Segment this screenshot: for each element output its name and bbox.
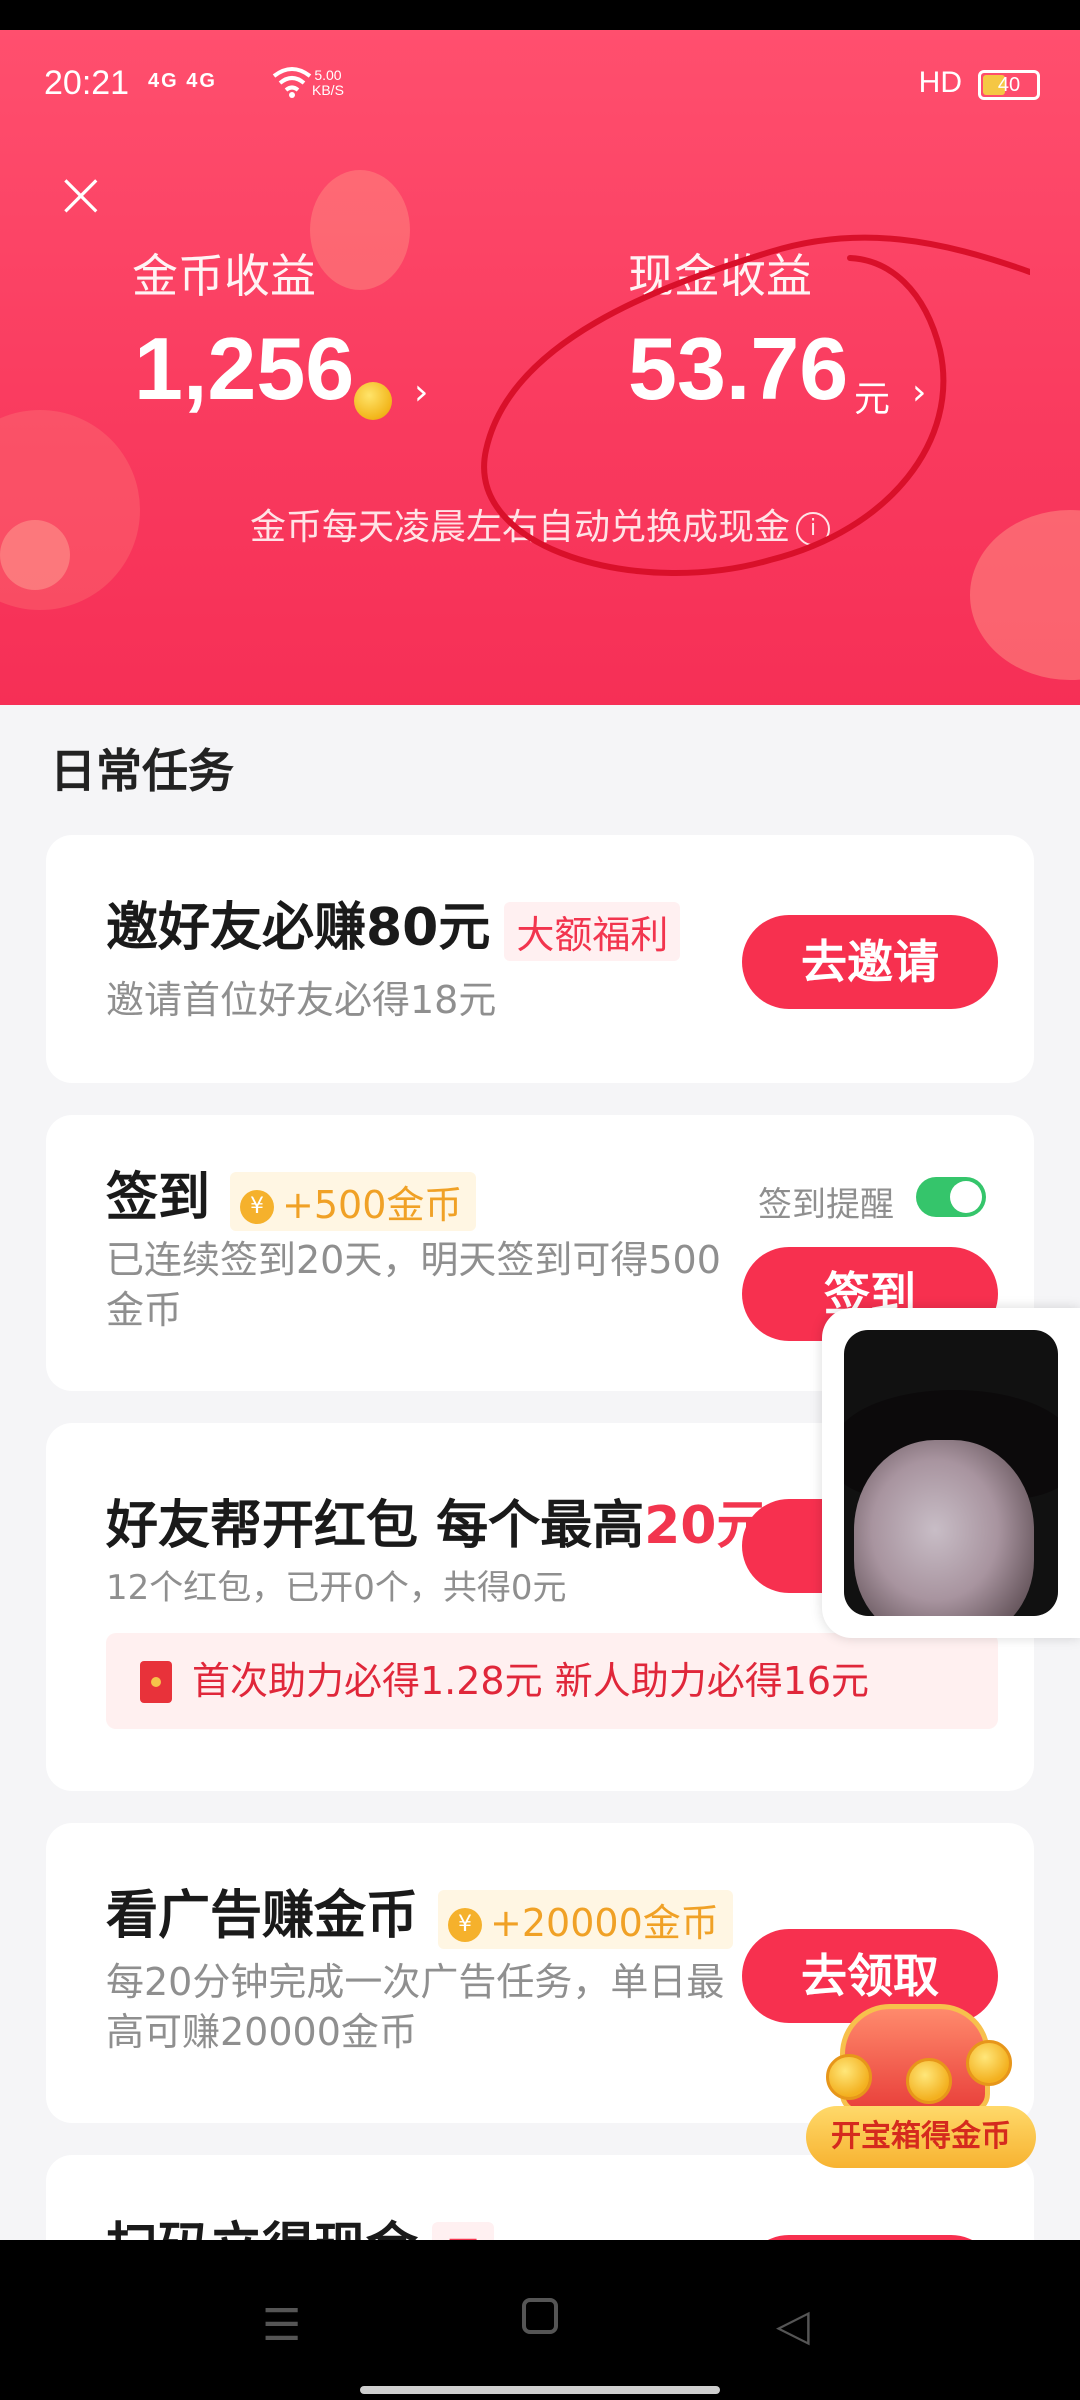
task-tag-text: +500金币 <box>282 1182 463 1227</box>
coin-earnings-value[interactable]: 1,256 <box>134 318 354 420</box>
hand-drawn-circle <box>481 234 1030 576</box>
home-icon[interactable] <box>522 2298 558 2334</box>
floating-video-window[interactable] <box>822 1308 1080 1638</box>
gesture-handle[interactable] <box>360 2386 720 2394</box>
assist-reward-text: 首次助力必得1.28元 新人助力必得16元 <box>192 1659 870 1703</box>
task-title-text: 邀好友必赚80元 <box>106 898 491 958</box>
invite-button[interactable]: 去邀请 <box>742 915 998 1009</box>
task-title-text: 好友帮开红包 每个最高 <box>106 1496 645 1556</box>
task-subtitle: 已连续签到20天，明天签到可得500金币 <box>106 1238 721 1332</box>
task-tag: ¥ +20000金币 <box>438 1889 733 1949</box>
section-title: 日常任务 <box>50 744 234 798</box>
task-title-text: 签到 <box>106 1168 211 1228</box>
task-subtitle: 12个红包，已开0个，共得0元 <box>106 1568 567 1608</box>
coin-icon <box>966 2040 1012 2086</box>
task-tag-text: +20000金币 <box>490 1900 719 1945</box>
yuan-coin-icon: ¥ <box>448 1908 483 1942</box>
system-nav-bar: ☰ ◁ <box>0 2240 1080 2400</box>
back-icon[interactable]: ◁ <box>776 2300 810 2351</box>
task-tag: ¥ +500金币 <box>230 1171 477 1231</box>
close-icon[interactable]: × <box>54 163 114 227</box>
yuan-coin-icon: ¥ <box>240 1190 275 1224</box>
coin-earnings-label: 金币收益 <box>132 249 316 303</box>
task-tag: 大额福利 <box>504 901 681 961</box>
assist-reward-strip: 首次助力必得1.28元 新人助力必得16元 <box>106 1633 998 1729</box>
net-speed: 5.00 KB/S <box>312 68 344 98</box>
task-title: 好友帮开红包 每个最高20元 <box>106 1483 768 1558</box>
signal-icon: 4G 4G <box>148 70 217 92</box>
coin-icon <box>906 2058 952 2104</box>
top-black-bar <box>0 0 1080 30</box>
task-subtitle: 每20分钟完成一次广告任务，单日最高可赚20000金币 <box>106 1960 725 2054</box>
task-subtitle: 邀请首位好友必得18元 <box>106 978 497 1022</box>
net-speed-value: 5.00 <box>314 67 342 83</box>
task-title: 扫码立得现金元 <box>106 2205 495 2240</box>
task-title: 看广告赚金币 ¥ +20000金币 <box>106 1873 733 1949</box>
menu-icon[interactable]: ☰ <box>262 2300 301 2351</box>
chevron-right-icon[interactable]: › <box>414 372 428 413</box>
earnings-header: 20:21 4G 4G 5.00 KB/S HD 40 × 金币收益 1,256… <box>0 30 1080 705</box>
red-envelope-icon <box>140 1661 172 1703</box>
checkin-reminder-toggle[interactable] <box>916 1177 986 1217</box>
task-tag: 元 <box>432 2221 495 2240</box>
decor-blob <box>310 170 410 290</box>
status-bar: 20:21 4G 4G 5.00 KB/S HD 40 <box>44 64 1040 114</box>
coin-icon <box>354 382 392 420</box>
task-title-text: 扫码立得现金 <box>106 2218 418 2240</box>
task-title-text: 看广告赚金币 <box>106 1886 419 1946</box>
toggle-knob <box>950 1181 982 1213</box>
task-card-invite: 邀好友必赚80元 大额福利 邀请首位好友必得18元 去邀请 <box>46 835 1034 1083</box>
task-title: 邀好友必赚80元 大额福利 <box>106 885 681 961</box>
battery-icon: 40 <box>978 70 1040 100</box>
treasure-chest-label: 开宝箱得金币 <box>806 2106 1036 2168</box>
task-title: 签到 ¥ +500金币 <box>106 1155 477 1231</box>
video-feed <box>844 1330 1058 1616</box>
checkin-reminder-label: 签到提醒 <box>758 1185 894 1225</box>
status-time: 20:21 <box>44 64 130 102</box>
video-face <box>854 1440 1034 1616</box>
net-speed-unit: KB/S <box>312 82 344 98</box>
hd-indicator: HD <box>918 66 962 99</box>
coin-icon <box>826 2054 872 2100</box>
battery-percent: 40 <box>997 74 1021 96</box>
wifi-icon <box>272 66 312 106</box>
treasure-chest-widget[interactable]: 开宝箱得金币 <box>806 1984 1036 2174</box>
